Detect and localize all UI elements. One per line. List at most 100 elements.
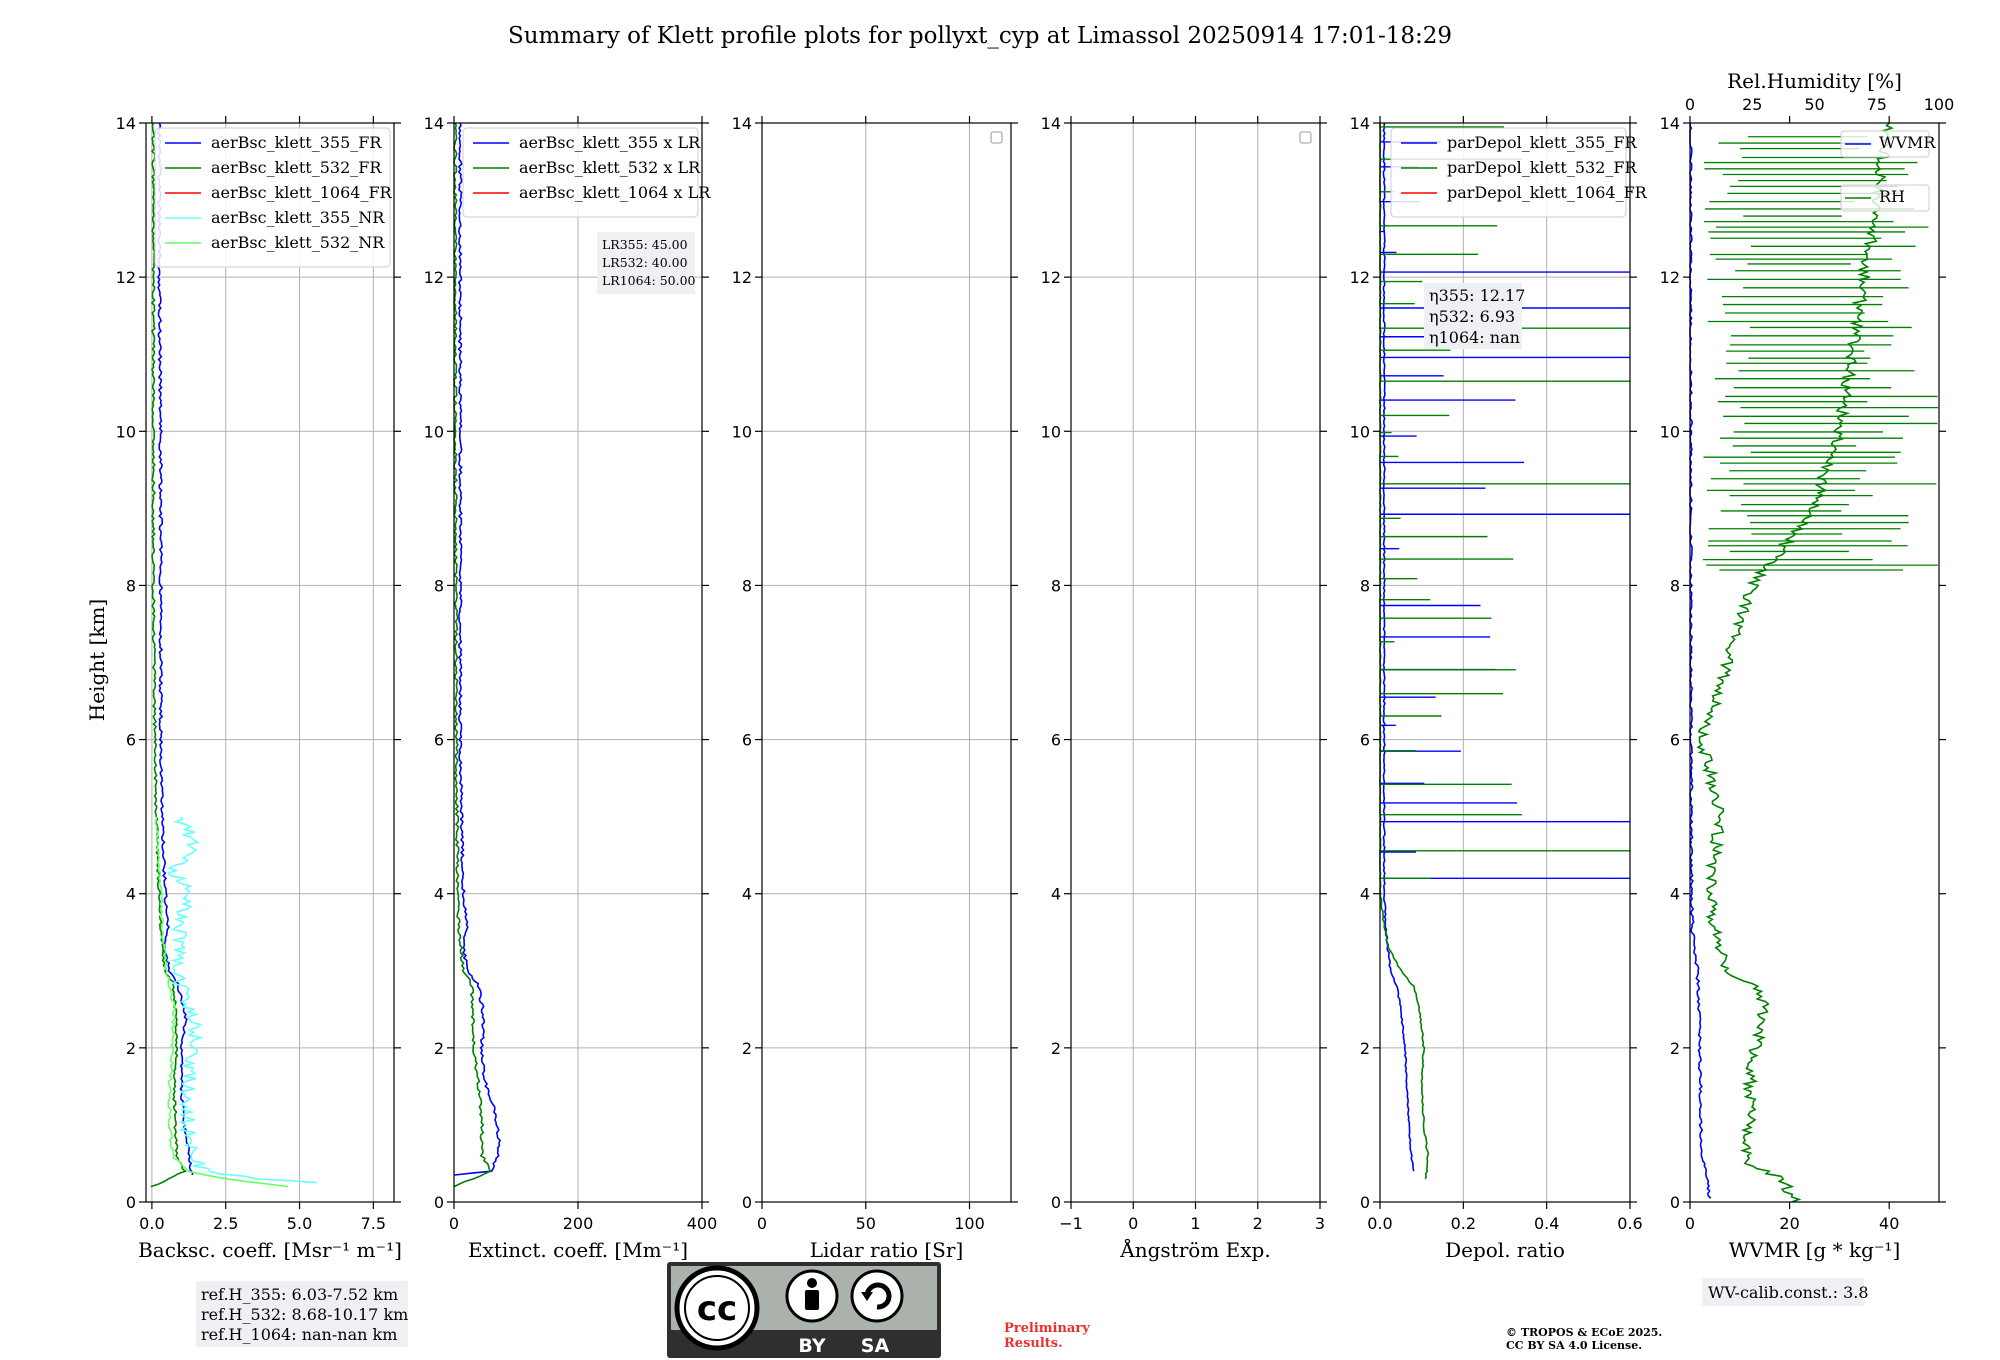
x-tick-label: 40	[1879, 1214, 1899, 1233]
panel-lr: 0 2 4 6 8 10 12 14 0 50 100 Lidar ratio [Sr]	[732, 114, 1018, 1262]
series-line-ext-0	[454, 122, 502, 1176]
legend-label: WVMR	[1879, 133, 1936, 152]
x-tick-label: −1	[1059, 1214, 1083, 1233]
y-tick-label: 12	[732, 268, 752, 287]
y-tick-label: 10	[116, 422, 136, 441]
x-tick-label: 20	[1779, 1214, 1799, 1233]
legend-label: aerBsc_klett_1064 x LR	[519, 183, 711, 202]
y-tick-label: 4	[1670, 885, 1680, 904]
legend-label: aerBsc_klett_355 x LR	[519, 133, 701, 152]
y-tick-label: 10	[1660, 422, 1680, 441]
panel-wv: 0 2 4 6 8 10 12 14 0 20 40 WVMR [g * kg⁻¹] 0 25 50 75 10…	[1660, 69, 1954, 1306]
x2-tick-label: 75	[1867, 95, 1887, 114]
y-axis-label: Height [km]	[85, 599, 109, 721]
y-tick-label: 10	[424, 422, 444, 441]
y-tick-label: 0	[1670, 1193, 1680, 1212]
empty-legend	[990, 131, 1003, 144]
x-tick-label: 200	[563, 1214, 594, 1233]
y-tick-label: 4	[434, 885, 444, 904]
x-tick-label: 100	[954, 1214, 985, 1233]
y-tick-label: 8	[1360, 576, 1370, 595]
annotation-text: ref.H_532: 8.68-10.17 km	[201, 1305, 408, 1324]
x2-tick-label: 0	[1685, 95, 1695, 114]
cc-logo-by: BY	[798, 1335, 825, 1357]
y-tick-label: 12	[1660, 268, 1680, 287]
x-tick-label: 7.5	[361, 1214, 386, 1233]
y-tick-label: 14	[1660, 114, 1680, 133]
x-tick-label: 0.0	[139, 1214, 164, 1233]
y-tick-label: 10	[1041, 422, 1061, 441]
legend-label: aerBsc_klett_355_FR	[211, 133, 382, 152]
y-tick-label: 0	[1360, 1193, 1370, 1212]
annotation-text: ref.H_355: 6.03-7.52 km	[201, 1285, 398, 1304]
y-tick-label: 2	[1051, 1039, 1061, 1058]
y-tick-label: 6	[1670, 731, 1680, 750]
y-tick-label: 8	[1670, 576, 1680, 595]
legend-label: RH	[1879, 187, 1905, 206]
x-tick-label: 0.6	[1617, 1214, 1642, 1233]
x-tick-label: 0	[757, 1214, 767, 1233]
x-tick-label: 2	[1253, 1214, 1263, 1233]
x2-tick-label: 25	[1742, 95, 1762, 114]
y-tick-label: 6	[1051, 731, 1061, 750]
y-tick-label: 10	[1350, 422, 1370, 441]
y-tick-label: 14	[116, 114, 136, 133]
series-line-bsc-3	[166, 816, 317, 1184]
y-tick-label: 14	[732, 114, 752, 133]
y-tick-label: 12	[1041, 268, 1061, 287]
y-tick-label: 2	[1360, 1039, 1370, 1058]
y-tick-label: 12	[424, 268, 444, 287]
x-tick-label: 5.0	[287, 1214, 312, 1233]
y-tick-label: 14	[424, 114, 444, 133]
copyright-line-2: CC BY SA 4.0 License.	[1506, 1339, 1642, 1352]
series-line-wv-1	[1696, 122, 1894, 1203]
annotation-text: η1064: nan	[1429, 328, 1520, 347]
x2-axis-label: Rel.Humidity [%]	[1727, 69, 1902, 93]
legend-label: aerBsc_klett_532_FR	[211, 158, 382, 177]
y-tick-label: 6	[742, 731, 752, 750]
series-line-bsc-1	[150, 122, 187, 1188]
legend: aerBsc_klett_355 x LR aerBsc_klett_532 x …	[462, 127, 711, 218]
axes-frame	[1689, 122, 1940, 1203]
axes-frame	[761, 122, 1012, 1203]
x-tick-label: 0.0	[1367, 1214, 1392, 1233]
x-tick-label: 2.5	[213, 1214, 238, 1233]
annotation-text: η355: 12.17	[1429, 286, 1525, 305]
x-tick-label: 0	[449, 1214, 459, 1233]
y-tick-label: 0	[126, 1193, 136, 1212]
y-tick-label: 2	[1670, 1039, 1680, 1058]
x-tick-label: 1	[1190, 1214, 1200, 1233]
empty-legend	[1299, 131, 1312, 144]
y-tick-label: 6	[1360, 731, 1370, 750]
panel-dep: 0 2 4 6 8 10 12 14 0.0 0.2 0.4 0.6 Depol. ratio parDe…	[1350, 114, 1648, 1262]
y-tick-label: 8	[742, 576, 752, 595]
legend-label: aerBsc_klett_1064_FR	[211, 183, 393, 202]
y-tick-label: 0	[434, 1193, 444, 1212]
panel-ext: 0 2 4 6 8 10 12 14 0 200 400 Extinct. coeff. [Mm⁻¹]…	[424, 114, 718, 1262]
legend-label: aerBsc_klett_532_NR	[211, 233, 385, 252]
preliminary-line-1: Preliminary	[1004, 1321, 1090, 1336]
legend-label: parDepol_klett_532_FR	[1447, 158, 1638, 177]
figure: Summary of Klett profile plots for polly…	[85, 23, 1954, 1358]
x-axis-label: Depol. ratio	[1445, 1238, 1565, 1262]
x-tick-label: 0	[1685, 1214, 1695, 1233]
x2-tick-label: 50	[1804, 95, 1824, 114]
legend-label: parDepol_klett_355_FR	[1447, 133, 1638, 152]
y-tick-label: 8	[1051, 576, 1061, 595]
panel-ang: 02468101214−1 0 1 2 3Ångström Exp.	[1041, 114, 1327, 1262]
legend: parDepol_klett_355_FR parDepol_klett_532_…	[1390, 127, 1648, 218]
y-tick-label: 14	[1041, 114, 1061, 133]
x-axis-label: Backsc. coeff. [Msr⁻¹ m⁻¹]	[138, 1238, 402, 1262]
x-axis-label: Ångström Exp.	[1119, 1237, 1270, 1262]
annotation-text: LR532: 40.00	[602, 255, 688, 270]
legend-label: aerBsc_klett_355_NR	[211, 208, 385, 227]
cc-logo-text: cc	[697, 1289, 737, 1329]
legend-label: aerBsc_klett_532 x LR	[519, 158, 701, 177]
y-tick-label: 0	[1051, 1193, 1061, 1212]
annotation-text: η532: 6.93	[1429, 307, 1515, 326]
legend-label: parDepol_klett_1064_FR	[1447, 183, 1648, 202]
annotation-text: ref.H_1064: nan-nan km	[201, 1325, 397, 1344]
y-tick-label: 6	[434, 731, 444, 750]
axes-frame	[145, 122, 395, 1203]
panels: 024681012140.0 2.5 5.0 7.5Backsc. coeff. [M…	[116, 69, 1954, 1347]
